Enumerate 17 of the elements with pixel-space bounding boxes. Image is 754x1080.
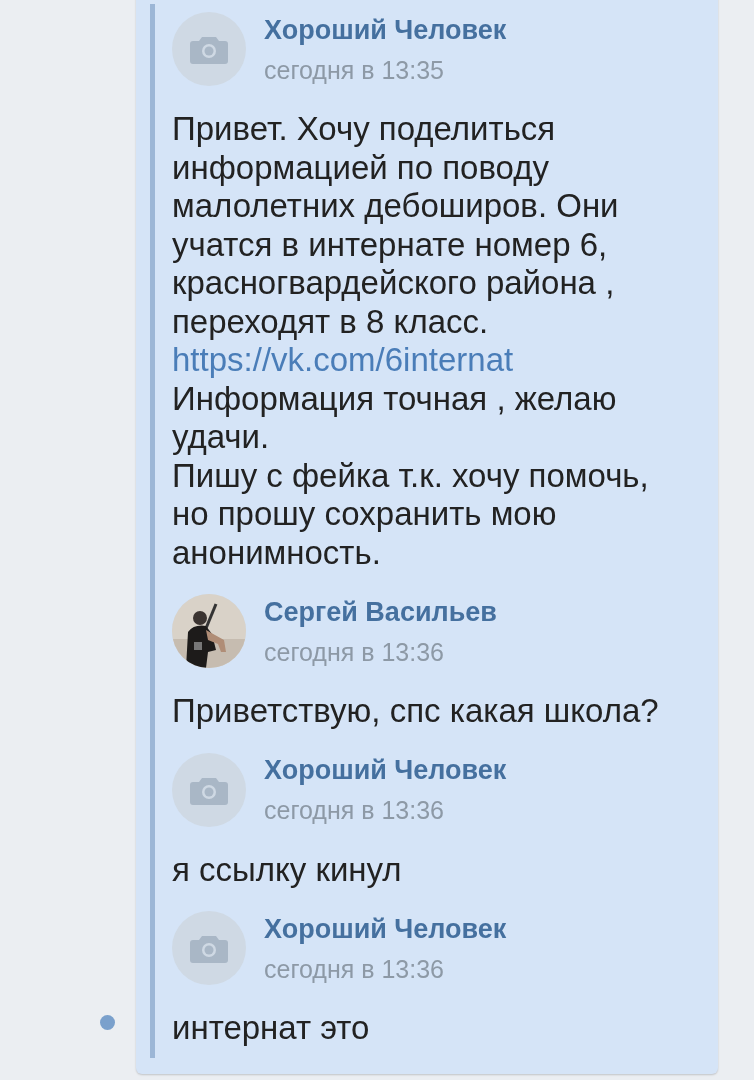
- message-text: Приветствую, спс какая школа?: [172, 692, 660, 731]
- author-name[interactable]: Сергей Васильев: [264, 596, 497, 627]
- author-name[interactable]: Хороший Человек: [264, 14, 507, 45]
- message-time: сегодня в 13:35: [264, 55, 445, 84]
- message-text: Привет. Хочу поделиться информацией по поводу малолетних дебоширов. Они учатся в интернате номер 6, красногвардейского района , переходят в 8 класс.: [172, 110, 620, 341]
- message-text: я ссылку кинул: [172, 850, 403, 889]
- message-time: сегодня в 13:36: [264, 796, 445, 824]
- message-text: Пишу с фейка т.к. хочу помочь, но прошу сохранить мою анонимность.: [172, 456, 650, 572]
- message-time: сегодня в 13:36: [264, 637, 445, 666]
- author-name[interactable]: Хороший Человек: [264, 913, 507, 944]
- message-link[interactable]: https://vk.com/6internat: [172, 341, 514, 380]
- message-time: сегодня в 13:36: [264, 954, 445, 983]
- camera-icon: [190, 933, 228, 963]
- author-name[interactable]: Хороший Человек: [264, 755, 507, 785]
- message-text: Информация точная , желаю удачи.: [172, 379, 618, 457]
- message-text: интернат это: [172, 1009, 371, 1048]
- camera-icon: [190, 34, 228, 64]
